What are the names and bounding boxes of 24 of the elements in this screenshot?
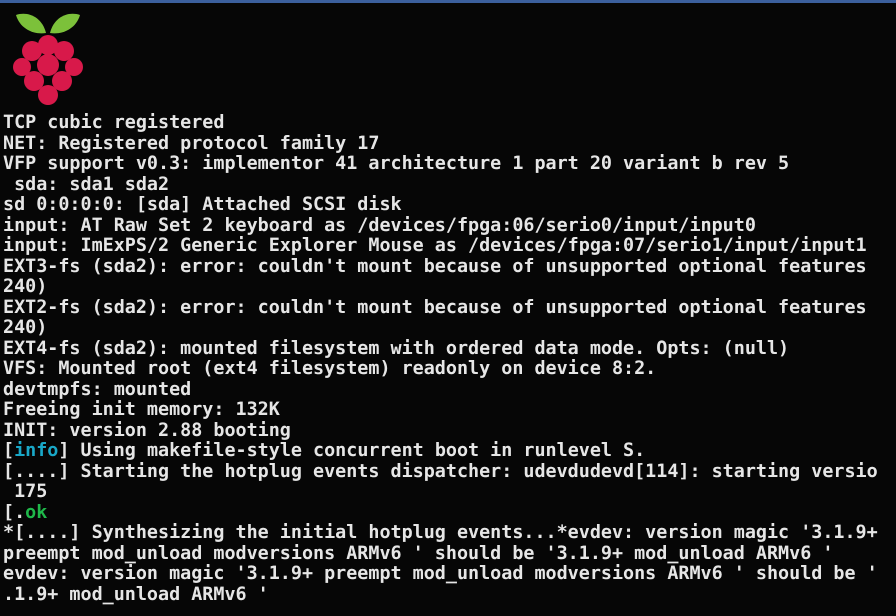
console-line: VFP support v0.3: implementor 41 architecture 1 part 20 variant b rev 5: [3, 154, 790, 174]
console-line: .1.9+ mod_unload ARMv6 ': [3, 584, 269, 605]
console-line: preempt mod_unload modversions ARMv6 ' should be '3.1.9+ mod_unload ARMv6 ': [3, 544, 834, 564]
console-line: INIT: version 2.88 booting: [3, 420, 291, 440]
console-line: EXT4-fs (sda2): mounted filesystem with ordered data mode. Opts: (null): [3, 338, 790, 358]
console-line: EXT3-fs (sda2): error: couldn't mount because of unsupported optional features: [3, 256, 867, 277]
console-line: NET: Registered protocol family 17: [3, 134, 380, 154]
console-line: input: AT Raw Set 2 keyboard as /devices/fpga:06/serio0/input/input0: [3, 216, 756, 236]
console-line: 175: [13, 482, 48, 502]
console-line: TCP cubic registered: [3, 113, 224, 134]
console-line: sda: sda1 sda2: [13, 174, 170, 195]
console-line: input: ImExPS/2 Generic Explorer Mouse as /devices/fpga:07/serio1/input/input1: [3, 236, 867, 256]
console-line: Freeing init memory: 132K: [3, 400, 280, 420]
console-line: VFS: Mounted root (ext4 filesystem) readonly on device 8:2.: [3, 359, 656, 380]
console-line: *[....] Synthesizing the initial hotplug events...*evdev: version magic '3.1.9+: [3, 523, 878, 544]
console-line: evdev: version magic '3.1.9+ preempt mod_unload modversions ARMv6 ' should be ': [3, 564, 878, 584]
console-line: 240): [3, 277, 48, 298]
console-line: [info] Using makefile-style concurrent boot in runlevel S.: [3, 441, 646, 462]
console-line: [....] Starting the hotplug events dispatcher: udevdudevd[114]: starting versio: [3, 462, 878, 482]
console-line: [.ok: [3, 502, 48, 523]
console-line: EXT2-fs (sda2): error: couldn't mount because of unsupported optional features: [3, 298, 867, 318]
console-line: sd 0:0:0:0: [sda] Attached SCSI disk: [3, 195, 402, 216]
console-line: 240): [3, 318, 48, 338]
console-line: devtmpfs: mounted: [3, 380, 192, 400]
